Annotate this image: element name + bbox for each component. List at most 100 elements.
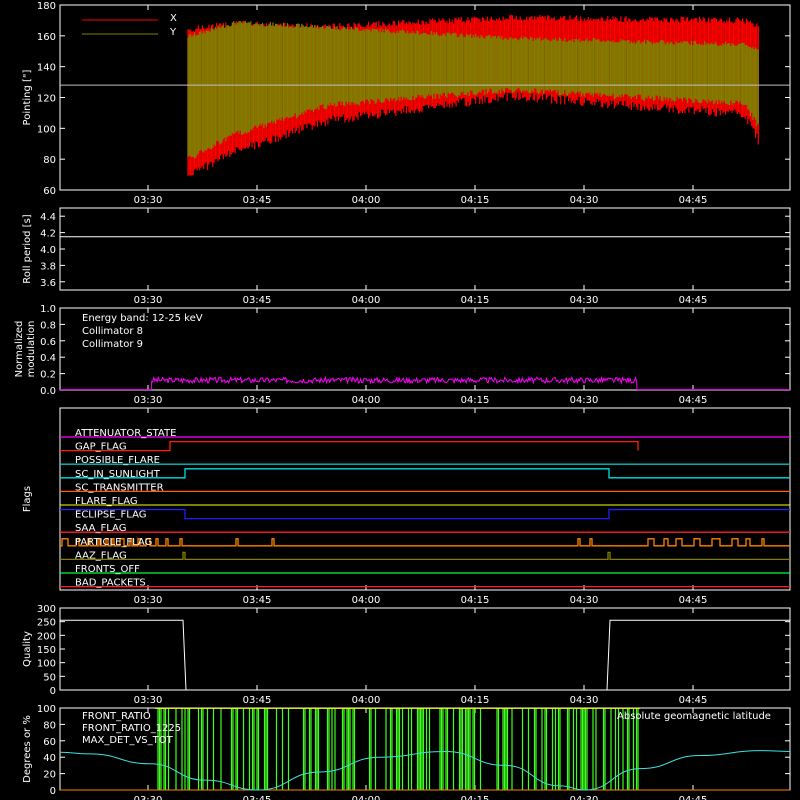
deg-ylabel: Degrees or % xyxy=(22,715,33,783)
pointing-ylabel: Pointing ["] xyxy=(22,69,33,125)
legend-energy-band: Energy band: 12-25 keV xyxy=(82,313,203,324)
legend-y-label: Y xyxy=(169,27,177,38)
x-tick-label: 04:00 xyxy=(352,295,381,306)
x-tick-label: 04:45 xyxy=(679,795,708,800)
legend-collimator-8: Collimator 8 xyxy=(82,326,143,337)
collimator-9-line xyxy=(60,375,790,391)
flag-line-particle-flag xyxy=(60,538,790,547)
x-tick-label: 04:15 xyxy=(461,395,490,406)
legend-geomagnetic-latitude: Absolute geomagnetic latitude xyxy=(617,711,771,722)
x-tick-label: 03:30 xyxy=(134,295,163,306)
y-tick-label: 250 xyxy=(37,618,56,629)
y-tick-label: 140 xyxy=(37,63,56,74)
x-tick-label: 03:30 xyxy=(134,395,163,406)
mod-ylabel: Normalized xyxy=(14,321,25,378)
y-tick-label: 4.0 xyxy=(40,245,56,256)
legend-max-det: MAX_DET_VS_TOT xyxy=(82,735,174,746)
x-tick-label: 03:45 xyxy=(243,795,272,800)
x-tick-label: 03:45 xyxy=(243,695,272,706)
y-tick-label: 60 xyxy=(43,186,56,197)
x-tick-label: 04:00 xyxy=(352,695,381,706)
flag-label-eclipse-flag: ECLIPSE_FLAG xyxy=(75,510,146,521)
x-tick-label: 03:30 xyxy=(134,695,163,706)
flag-label-fronts-off: FRONTS_OFF xyxy=(75,564,140,575)
x-tick-label: 03:30 xyxy=(134,595,163,606)
flag-label-saa-flag: SAA_FLAG xyxy=(75,523,126,534)
x-tick-label: 04:30 xyxy=(570,695,599,706)
x-tick-label: 03:30 xyxy=(134,795,163,800)
y-tick-label: 4.2 xyxy=(40,229,56,240)
flag-label-attenuator-state: ATTENUATOR_STATE xyxy=(75,428,176,439)
quality-line xyxy=(60,619,790,691)
x-tick-label: 03:30 xyxy=(134,195,163,206)
x-tick-label: 04:30 xyxy=(570,395,599,406)
x-tick-label: 03:45 xyxy=(243,195,272,206)
y-tick-label: 3.6 xyxy=(40,278,56,289)
y-tick-label: 100 xyxy=(37,704,56,715)
y-tick-label: 180 xyxy=(37,1,56,12)
x-tick-label: 04:15 xyxy=(461,595,490,606)
x-tick-label: 04:15 xyxy=(461,295,490,306)
y-tick-label: 100 xyxy=(37,124,56,135)
summary-plot: 03:30 03:45 04:00 04:15 04:30 04:45 60 80 100 120… xyxy=(14,1,791,800)
x-tick-label: 04:45 xyxy=(679,295,708,306)
y-tick-label: 50 xyxy=(43,672,56,683)
x-tick-label: 04:45 xyxy=(679,395,708,406)
roll-frame xyxy=(59,207,791,291)
x-tick-label: 04:00 xyxy=(352,195,381,206)
y-tick-label: 0.2 xyxy=(40,370,56,381)
x-tick-label: 04:45 xyxy=(679,595,708,606)
x-tick-label: 03:45 xyxy=(243,295,272,306)
y-tick-label: 0 xyxy=(50,786,56,797)
x-tick-label: 04:30 xyxy=(570,295,599,306)
y-tick-label: 0.6 xyxy=(40,337,56,348)
y-tick-label: 80 xyxy=(43,155,56,166)
y-tick-label: 150 xyxy=(37,645,56,656)
flag-label-possible-flare: POSSIBLE_FLARE xyxy=(75,455,160,466)
front-ratio-bars xyxy=(157,708,639,790)
y-tick-label: 1.0 xyxy=(40,304,56,315)
y-tick-label: 40 xyxy=(43,753,56,764)
flag-line-aaz-flag xyxy=(60,551,790,561)
y-tick-label: 3.8 xyxy=(40,261,56,272)
legend-collimator-9: Collimator 9 xyxy=(82,339,143,350)
flag-label-sc-in-sunlight: SC_IN_SUNLIGHT xyxy=(75,469,161,480)
flags-ylabel: Flags xyxy=(22,486,33,512)
x-tick-label: 04:45 xyxy=(679,195,708,206)
x-tick-label: 03:45 xyxy=(243,395,272,406)
y-tick-label: 4.4 xyxy=(40,212,56,223)
x-tick-label: 04:00 xyxy=(352,595,381,606)
flag-label-flare-flag: FLARE_FLAG xyxy=(75,496,138,507)
x-tick-label: 04:30 xyxy=(570,195,599,206)
x-tick-label: 04:15 xyxy=(461,695,490,706)
qual-ylabel: Quality xyxy=(22,631,33,667)
flag-label-aaz-flag: AAZ_FLAG xyxy=(75,550,127,561)
x-tick-label: 04:15 xyxy=(461,195,490,206)
y-tick-label: 20 xyxy=(43,770,56,781)
x-tick-label: 04:00 xyxy=(352,795,381,800)
flag-line-gap-flag xyxy=(60,440,639,452)
geomagnetic-latitude-line xyxy=(59,750,791,791)
flag-label-sc-transmitter: SC_TRANSMITTER xyxy=(75,482,164,493)
flag-label-gap-flag: GAP_FLAG xyxy=(75,442,127,453)
y-tick-label: 0.4 xyxy=(40,353,56,364)
y-tick-label: 0.0 xyxy=(40,386,56,397)
flag-line-eclipse-flag xyxy=(60,508,790,520)
mod-ylabel: modulation xyxy=(26,321,37,378)
x-tick-label: 03:45 xyxy=(243,595,272,606)
y-tick-label: 100 xyxy=(37,659,56,670)
legend-front-ratio-1225: FRONT_RATIO_1225 xyxy=(82,723,181,734)
y-tick-label: 160 xyxy=(37,32,56,43)
y-tick-label: 200 xyxy=(37,631,56,642)
y-tick-label: 60 xyxy=(43,737,56,748)
y-tick-label: 80 xyxy=(43,720,56,731)
x-tick-label: 04:15 xyxy=(461,795,490,800)
y-tick-label: 0.8 xyxy=(40,320,56,331)
y-tick-label: 120 xyxy=(37,94,56,105)
x-tick-label: 04:30 xyxy=(570,795,599,800)
x-tick-label: 04:00 xyxy=(352,395,381,406)
x-tick-label: 04:45 xyxy=(679,695,708,706)
flag-label-bad-packets: BAD_PACKETS xyxy=(75,578,146,589)
roll-ylabel: Roll period [s] xyxy=(22,214,33,283)
flag-line-sc-in-sunlight xyxy=(60,468,790,479)
